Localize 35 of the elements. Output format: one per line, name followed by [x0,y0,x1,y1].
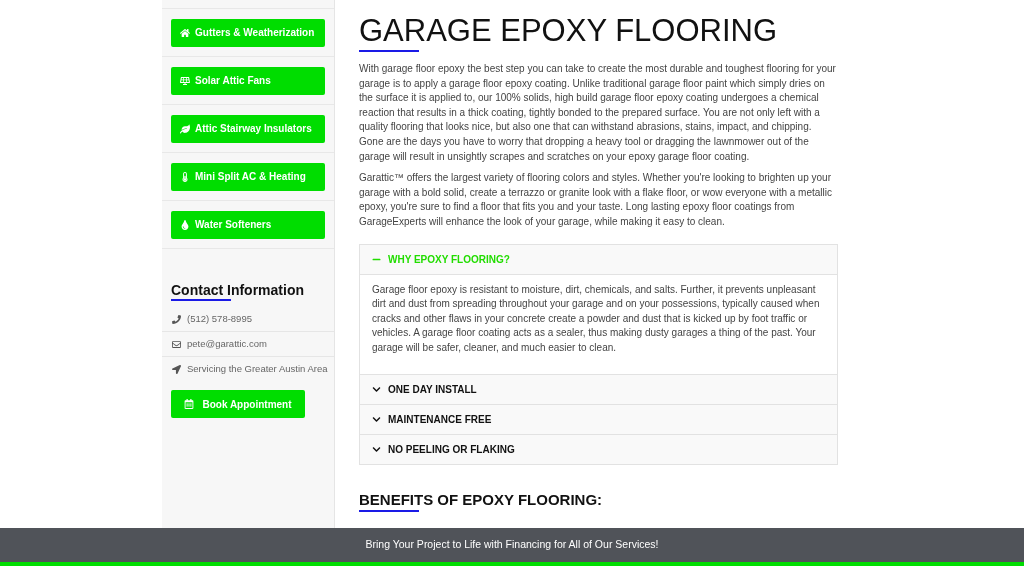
service-button[interactable]: Solar Attic Fans [171,66,325,95]
accordion-header[interactable]: NO PEELING OR FLAKING [360,434,837,464]
location-arrow-icon [172,365,181,374]
section-heading: BENEFITS OF EPOXY FLOORING: [359,490,604,509]
accordion-body-text: Garage floor epoxy is resistant to moisture, dirt, chemicals, and salts. Further, it prevents unpleasant dirt and dust from spreading throughout your garage and on your possessions, typically caused when cracks and other flaws in your concrete create a powder and dust that is kicked up by foot traffic or vehicles. A garage floor coating acts as a sealer, thus making dusty garages a thing of the past. Your garage will be safer, cleaner, and much easier to clean. [372,282,821,355]
phone-icon [172,314,181,324]
accordion-header[interactable]: MAINTENANCE FREE [360,404,837,434]
service-button[interactable]: Water Softeners [171,210,325,239]
book-appointment-button[interactable]: Book Appointment [171,390,305,418]
envelope-icon [172,339,181,349]
service-button[interactable]: Attic Stairway Insulators [171,114,325,143]
body-paragraph: Garattic™ offers the largest variety of flooring colors and styles. Whether you're looking to brighten up your garage with a bold solid, create a terrazzo or granite look with a flake floor, or wow everyone with a metallic epoxy, you're sure to find a floor that fits you and your taste. Long lasting epoxy floor coatings from GarageExperts will enhance the look of your garage, while making it easy to clean. [359,171,833,229]
house-icon [180,27,190,38]
thermometer-icon [180,171,190,182]
leaf-icon [180,123,190,134]
service-button[interactable]: Mini Split AC & Heating [171,162,325,191]
chevron-down-icon [372,384,381,394]
page-title: GARAGE EPOXY FLOORING [359,13,779,49]
body-paragraph: With garage floor epoxy the best step you can take to create the most durable and toughest flooring for your garage is to apply a garage floor epoxy coating. Unlike traditional garage floor paint which simply dries on the surface it is applied to, our 100% solids, high build garage floor epoxy coating undergoes a chemical reaction that results in a thick coating, tightly bonded to the prepared surface. You are not only left with a quality flooring that looks nice, but also one that can withstand abrasions, stains, impact, and chipping. Gone are the days you have to worry that dropping a heavy tool or dragging the lawnmower out of the garage will result in unsightly scrapes and scratches on your epoxy garage floor coating. [359,62,837,164]
banner-text: Bring Your Project to Life with Financing for All of Our Services! [365,537,659,553]
chevron-down-icon [372,414,381,424]
contact-text: (512) 578-8995 [187,311,252,326]
heading-underline [359,509,419,512]
contact-text: pete@garattic.com [187,336,267,351]
title-underline [359,50,419,52]
solar-panel-icon [180,75,190,86]
contact-heading: Contact Information [171,282,305,298]
accordion-header[interactable]: WHY EPOXY FLOORING? [360,244,837,274]
contact-text: Servicing the Greater Austin Area [187,362,328,377]
chevron-down-icon [372,444,381,454]
service-button[interactable]: Gutters & Weatherization [171,18,325,47]
calendar-icon [184,399,195,409]
accordion-header[interactable]: ONE DAY INSTALL [360,374,837,404]
heading-underline [171,299,231,301]
water-drop-icon [180,219,190,230]
